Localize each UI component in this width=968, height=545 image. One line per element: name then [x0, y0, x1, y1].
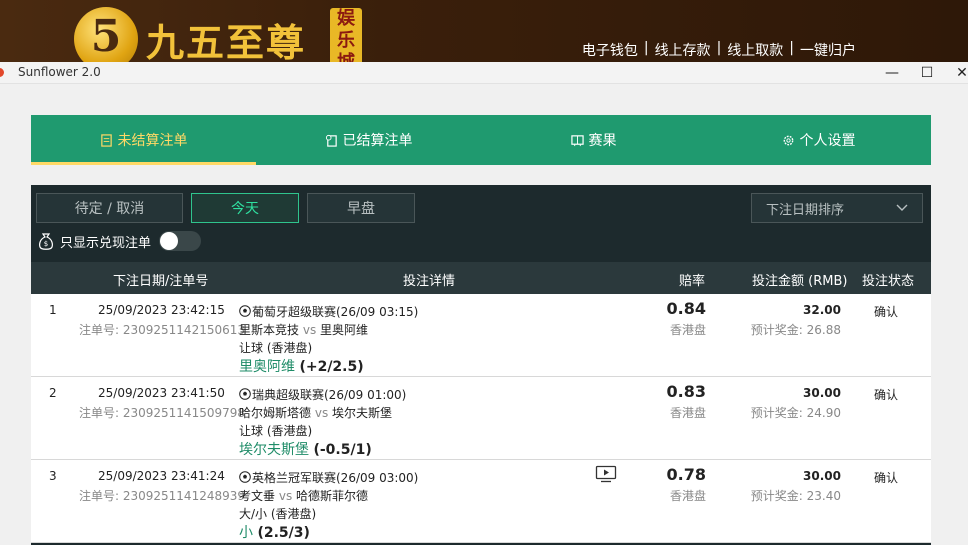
tab-settings[interactable]: 个人设置 — [706, 115, 931, 165]
potential-payout: 预计奖金: 23.40 — [750, 489, 841, 503]
tab-settled[interactable]: 已结算注单 — [256, 115, 481, 165]
order-number: 注单号: 2309251142150613 — [79, 323, 246, 337]
tab-bar: 未结算注单 已结算注单 赛果 个人设置 — [31, 115, 931, 165]
bets-panel: 待定 / 取消 今天 早盘 下注日期排序 $ 只显示兑现注单 下注日期/注单号 … — [31, 185, 931, 545]
maximize-button[interactable]: ☐ — [909, 62, 945, 84]
close-icon: ✕ — [956, 65, 968, 81]
gear-icon — [783, 135, 793, 145]
tab-label: 赛果 — [588, 133, 617, 149]
bet-selection: 里奥阿维 (+2/2.5) — [239, 359, 364, 375]
notepad-icon — [100, 133, 112, 147]
sort-select[interactable]: 下注日期排序 — [751, 193, 923, 223]
app-icon — [0, 68, 4, 77]
filter-buttons: 待定 / 取消 今天 早盘 — [36, 193, 415, 223]
window-titlebar: Sunflower 2.0 — ☐ ✕ — [0, 62, 968, 84]
stake-amount: 30.00 — [803, 386, 841, 400]
bet-market: 大/小 (香港盘) — [239, 507, 317, 521]
minimize-button[interactable]: — — [874, 62, 910, 84]
odds-value: 0.78 — [666, 465, 706, 484]
tab-results[interactable]: 赛果 — [481, 115, 706, 165]
league-info: 葡萄牙超级联赛(26/09 03:15) — [239, 303, 418, 320]
col-odds: 赔率 — [679, 274, 706, 289]
table-row: 1 25/09/2023 23:42:15 注单号: 2309251142150… — [31, 294, 931, 377]
odds-value: 0.84 — [666, 299, 706, 318]
odds-value: 0.83 — [666, 382, 706, 401]
link-one-click-return[interactable]: 一键归户 — [800, 40, 856, 60]
bet-date: 25/09/2023 23:42:15 — [98, 303, 225, 317]
window-title: Sunflower 2.0 — [18, 65, 101, 79]
tab-label: 已结算注单 — [342, 133, 413, 149]
link-deposit[interactable]: 线上存款 — [655, 40, 711, 60]
top-nav-links: 电子钱包 | 线上存款 | 线上取款 | 一键归户 — [582, 40, 856, 60]
table-row: 3 25/09/2023 23:41:24 注单号: 2309251141248… — [31, 460, 931, 543]
col-status: 投注状态 — [862, 274, 915, 289]
sort-label: 下注日期排序 — [766, 202, 845, 218]
col-bet-details: 投注详情 — [403, 274, 456, 289]
match-teams: 哈尔姆斯塔德 vs 埃尔夫斯堡 — [239, 406, 393, 420]
close-button[interactable]: ✕ — [944, 62, 968, 84]
potential-payout: 预计奖金: 26.88 — [750, 323, 841, 337]
soccer-ball-icon — [239, 388, 251, 400]
table-header: 下注日期/注单号 投注详情 赔率 投注金额 (RMB) 投注状态 — [31, 262, 931, 294]
cashout-filter-row: $ 只显示兑现注单 — [37, 231, 202, 251]
link-separator: | — [716, 40, 722, 56]
filter-early[interactable]: 早盘 — [307, 193, 415, 223]
odds-type: 香港盘 — [669, 323, 706, 337]
order-number: 注单号: 2309251141248939 — [79, 489, 246, 503]
main-content: 未结算注单 已结算注单 赛果 个人设置 待定 / 取消 今天 早盘 下注日期排序… — [0, 84, 968, 545]
bet-date: 25/09/2023 23:41:50 — [98, 386, 225, 400]
row-number: 2 — [49, 386, 57, 400]
tab-label: 未结算注单 — [117, 133, 188, 149]
filter-today[interactable]: 今天 — [191, 193, 299, 223]
league-info: 瑞典超级联赛(26/09 01:00) — [239, 386, 406, 403]
league-info: 英格兰冠军联赛(26/09 03:00) — [239, 469, 418, 486]
maximize-icon: ☐ — [920, 65, 934, 81]
stake-amount: 30.00 — [803, 469, 841, 483]
live-stream-icon[interactable] — [595, 465, 617, 483]
settled-icon — [325, 134, 337, 147]
bet-status: 确认 — [874, 305, 899, 319]
match-teams: 里斯本竞技 vs 里奥阿维 — [239, 323, 369, 337]
stake-amount: 32.00 — [803, 303, 841, 317]
logo-text: 九五至尊 — [146, 20, 307, 62]
chevron-down-icon — [896, 204, 908, 211]
bets-table-body: 1 25/09/2023 23:42:15 注单号: 2309251142150… — [31, 294, 931, 543]
link-withdraw[interactable]: 线上取款 — [727, 40, 783, 60]
svg-text:$: $ — [44, 240, 48, 248]
link-separator: | — [789, 40, 794, 56]
order-number: 注单号: 2309251141509798 — [79, 406, 246, 420]
row-number: 1 — [49, 303, 57, 317]
soccer-ball-icon — [239, 305, 251, 317]
site-banner: 5 九五至尊 娱 乐 城 电子钱包 | 线上存款 | 线上取款 | 一键归户 — [0, 0, 968, 62]
filter-pending-cancel[interactable]: 待定 / 取消 — [36, 193, 183, 223]
tab-unsettled[interactable]: 未结算注单 — [31, 115, 256, 165]
odds-type: 香港盘 — [669, 489, 706, 503]
cashout-toggle-label: 只显示兑现注单 — [60, 235, 152, 251]
bet-market: 让球 (香港盘) — [239, 341, 313, 355]
logo-emblem: 5 — [74, 7, 138, 62]
bet-selection: 小 (2.5/3) — [239, 525, 310, 541]
link-e-wallet[interactable]: 电子钱包 — [582, 40, 638, 60]
bet-selection: 埃尔夫斯堡 (-0.5/1) — [239, 442, 372, 458]
bet-status: 确认 — [874, 471, 899, 485]
bet-date: 25/09/2023 23:41:24 — [98, 469, 225, 483]
table-row: 2 25/09/2023 23:41:50 注单号: 2309251141509… — [31, 377, 931, 460]
bet-market: 让球 (香港盘) — [239, 424, 313, 438]
link-separator: | — [643, 40, 649, 56]
row-number: 3 — [49, 469, 57, 483]
odds-type: 香港盘 — [669, 406, 706, 420]
potential-payout: 预计奖金: 24.90 — [750, 406, 841, 420]
money-bag-icon: $ — [39, 233, 53, 250]
soccer-ball-icon — [239, 471, 251, 483]
col-date-order: 下注日期/注单号 — [113, 274, 209, 289]
tab-label: 个人设置 — [799, 133, 856, 149]
scoreboard-icon — [570, 134, 584, 146]
cashout-toggle[interactable] — [159, 231, 202, 251]
logo-tag: 娱 乐 城 — [330, 8, 362, 62]
col-stake: 投注金额 (RMB) — [752, 274, 848, 289]
match-teams: 考文垂 vs 哈德斯菲尔德 — [239, 489, 369, 503]
bet-status: 确认 — [874, 388, 899, 402]
minimize-icon: — — [885, 65, 899, 81]
